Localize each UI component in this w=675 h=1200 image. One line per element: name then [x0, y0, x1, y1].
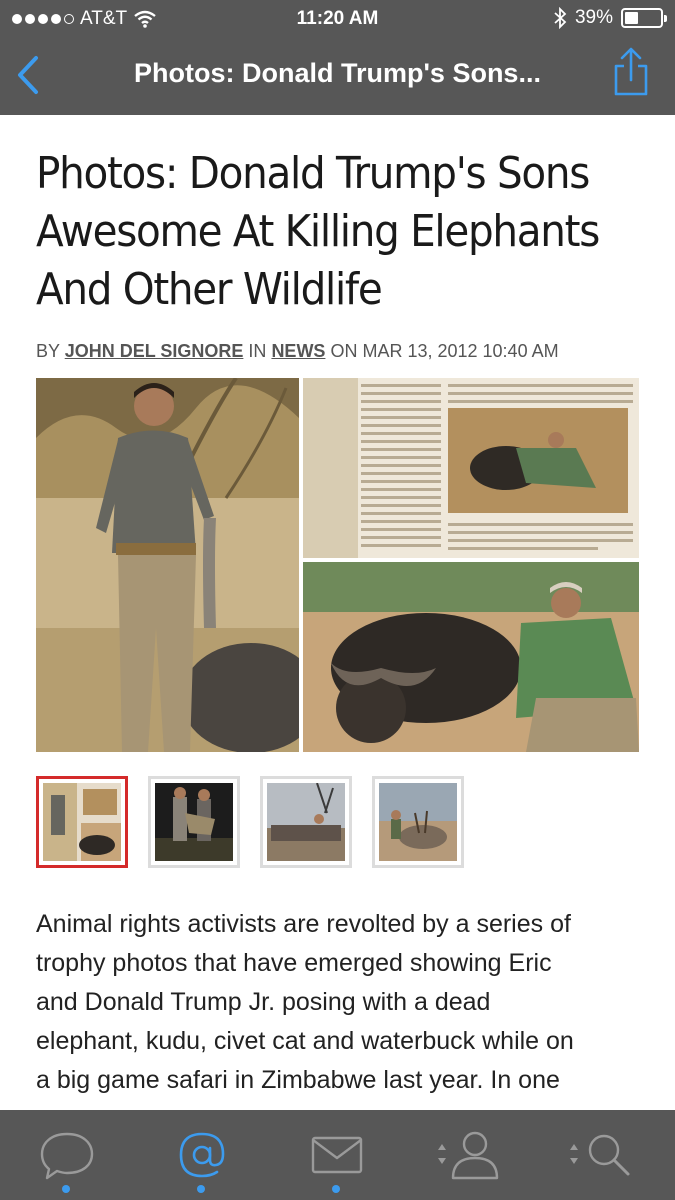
- byline-by: BY: [36, 341, 60, 361]
- tab-messages[interactable]: [270, 1110, 405, 1200]
- section-link[interactable]: NEWS: [271, 341, 325, 361]
- battery-icon: [621, 8, 667, 28]
- tab-bar: [0, 1110, 675, 1200]
- byline: BY JOHN DEL SIGNORE IN NEWS ON MAR 13, 2…: [36, 341, 559, 362]
- byline-on: ON: [330, 341, 358, 361]
- body-line: Animal rights activists are revolted by …: [36, 910, 571, 938]
- thumbnail-1[interactable]: [36, 776, 128, 868]
- headline-line: Awesome At Killing Elephants: [36, 206, 600, 257]
- author-link[interactable]: JOHN DEL SIGNORE: [65, 341, 244, 361]
- body-line: a big game safari in Zimbabwe last year.…: [36, 1066, 560, 1094]
- tab-indicator: [332, 1185, 340, 1193]
- share-icon[interactable]: [611, 46, 651, 98]
- byline-in: IN: [248, 341, 267, 361]
- tab-indicator: [197, 1185, 205, 1193]
- body-line: elephant, kudu, civet cat and waterbuck …: [36, 1027, 574, 1055]
- article-content: Photos: Donald Trump's Sons Awesome At K…: [0, 115, 675, 1110]
- tab-comments[interactable]: [0, 1110, 135, 1200]
- article-headline: Photos: Donald Trump's Sons Awesome At K…: [36, 145, 646, 319]
- battery-percent: 39%: [574, 7, 613, 28]
- tab-indicator: [62, 1185, 70, 1193]
- main-photo[interactable]: [36, 378, 639, 752]
- nav-bar: Photos: Donald Trump's Sons...: [0, 38, 675, 115]
- search-icon: [570, 1134, 630, 1176]
- body-line: trophy photos that have emerged showing …: [36, 949, 552, 977]
- headline-line: Photos: Donald Trump's Sons: [36, 148, 590, 199]
- headline-line: And Other Wildlife: [36, 264, 383, 315]
- tab-search[interactable]: [540, 1110, 675, 1200]
- top-bar: AT&T 11:20 AM 39% Photos: Donald Trump's…: [0, 0, 675, 115]
- status-bar: AT&T 11:20 AM 39%: [0, 0, 675, 38]
- status-right: 39%: [553, 7, 667, 29]
- nav-title: Photos: Donald Trump's Sons...: [134, 58, 541, 88]
- body-line: and Donald Trump Jr. posing with a dead: [36, 988, 491, 1016]
- thumbnail-4[interactable]: [372, 776, 464, 868]
- person-icon: [438, 1131, 499, 1180]
- byline-date: MAR 13, 2012 10:40 AM: [362, 341, 559, 361]
- thumbnail-2[interactable]: [148, 776, 240, 868]
- article-body: Animal rights activists are revolted by …: [36, 905, 641, 1100]
- tab-profile[interactable]: [405, 1110, 540, 1200]
- thumbnail-strip: [36, 776, 464, 868]
- bluetooth-icon: [554, 7, 567, 29]
- thumbnail-3[interactable]: [260, 776, 352, 868]
- tab-mentions[interactable]: [135, 1110, 270, 1200]
- chevron-left-icon[interactable]: [10, 52, 46, 98]
